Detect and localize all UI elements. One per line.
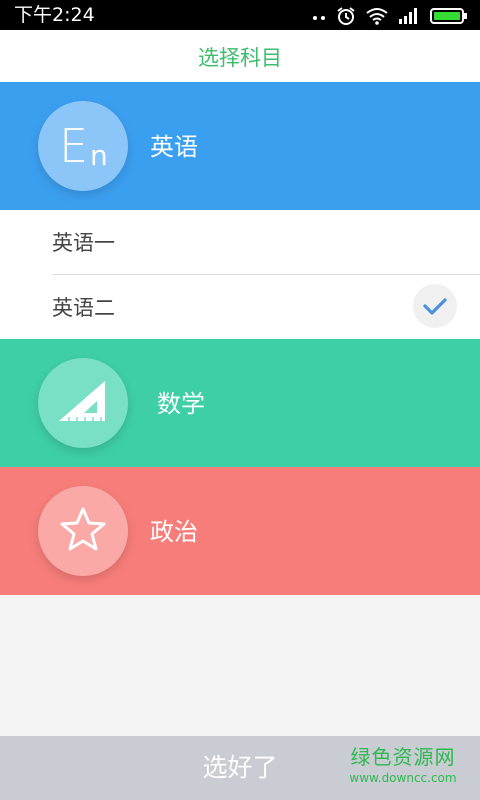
header-bar: 选择科目 xyxy=(0,30,480,82)
selected-check-icon xyxy=(413,284,457,328)
subject-math[interactable]: 数学 xyxy=(0,339,480,467)
subject-politics-label: 政治 xyxy=(150,518,198,546)
option-english-1[interactable]: 英语一 xyxy=(52,210,480,275)
page-title: 选择科目 xyxy=(198,46,282,70)
math-icon-circle xyxy=(38,358,128,448)
star-icon xyxy=(59,506,107,556)
triangle-ruler-icon xyxy=(57,379,109,427)
subject-english[interactable]: E n 英语 xyxy=(0,82,480,210)
cell-signal-icon xyxy=(398,7,420,25)
watermark-url: www.downcc.com xyxy=(349,771,457,785)
empty-area xyxy=(0,595,480,736)
status-icons xyxy=(312,5,468,27)
done-button[interactable]: 选好了 xyxy=(182,736,297,800)
watermark-title: 绿色资源网 xyxy=(350,745,456,769)
status-time: 下午2:24 xyxy=(14,4,95,26)
watermark: 绿色资源网 www.downcc.com xyxy=(343,744,463,786)
wifi-icon xyxy=(366,7,388,25)
battery-icon xyxy=(430,7,468,25)
option-english-2[interactable]: 英语二 xyxy=(52,275,480,339)
english-options-list: 英语一 英语二 xyxy=(0,210,480,339)
subject-math-label: 数学 xyxy=(157,390,205,418)
option-english-2-label: 英语二 xyxy=(52,296,115,320)
status-bar: 下午2:24 xyxy=(0,0,480,30)
subject-english-label: 英语 xyxy=(150,133,198,161)
english-en-icon: E n xyxy=(38,101,128,191)
alarm-icon xyxy=(336,6,356,26)
english-icon-letter-n: n xyxy=(90,139,108,172)
politics-icon-circle xyxy=(38,486,128,576)
english-icon-letter-e: E xyxy=(59,119,89,173)
option-english-1-label: 英语一 xyxy=(52,231,115,255)
signal-dots-icon xyxy=(312,11,326,21)
english-icon-circle: E n xyxy=(38,101,128,191)
subject-politics[interactable]: 政治 xyxy=(0,467,480,595)
